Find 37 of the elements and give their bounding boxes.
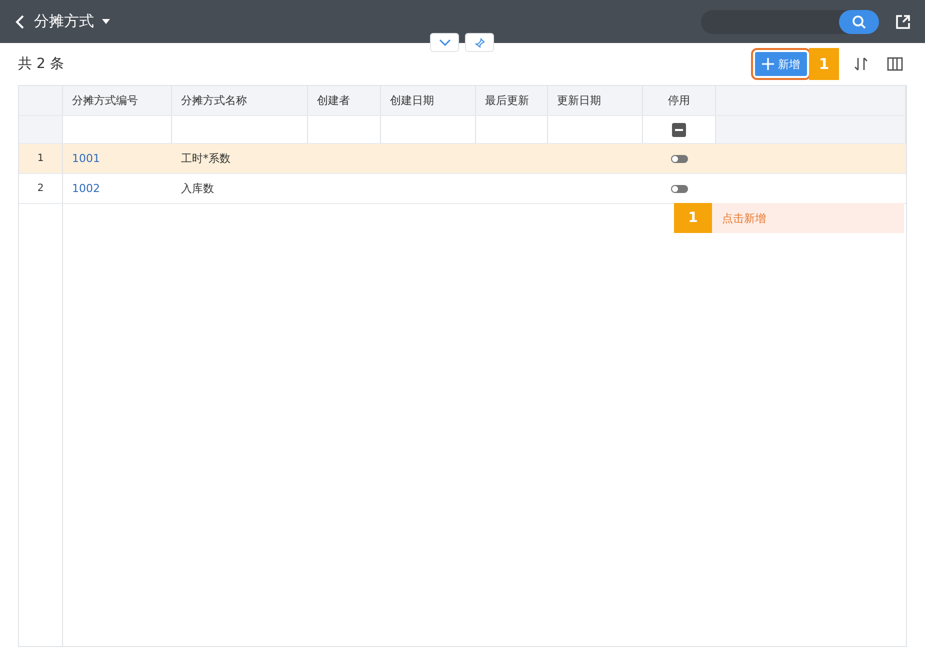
search-button[interactable] xyxy=(839,10,879,34)
toggle-switch[interactable] xyxy=(671,184,688,192)
code-link[interactable]: 1001 xyxy=(63,144,172,173)
caret-icon[interactable] xyxy=(102,19,110,24)
step-badge: 1 xyxy=(674,203,712,233)
filter-checkbox-icon[interactable] xyxy=(672,122,686,136)
search-field[interactable] xyxy=(701,10,879,34)
column-header: 分摊方式编号 xyxy=(63,86,172,115)
table-cell-text: 入库数 xyxy=(180,181,215,197)
table-row[interactable]: 2 1002 入库数 xyxy=(19,174,906,204)
toggle-switch[interactable] xyxy=(671,154,688,162)
plus-icon xyxy=(762,58,774,70)
sort-icon xyxy=(853,56,869,72)
record-count: 共 2 条 xyxy=(18,55,64,73)
pin-icon xyxy=(474,38,484,48)
share-icon[interactable] xyxy=(895,14,911,30)
pin-button[interactable] xyxy=(465,33,494,52)
row-number: 2 xyxy=(19,174,63,203)
table-row[interactable]: 1 1001 工时*系数 xyxy=(19,144,906,174)
table-cell-text: 工时*系数 xyxy=(180,151,232,167)
column-header: 创建者 xyxy=(308,86,381,115)
step-badge: 1 xyxy=(809,48,839,80)
columns-icon xyxy=(887,57,903,71)
collapse-button[interactable] xyxy=(430,33,459,52)
column-header: 分摊方式名称 xyxy=(172,86,308,115)
column-header: 更新日期 xyxy=(548,86,643,115)
page-title: 分摊方式 xyxy=(34,12,94,31)
column-header: 创建日期 xyxy=(381,86,476,115)
chevron-down-icon xyxy=(438,38,450,46)
column-header: 停用 xyxy=(643,86,716,115)
guide-text: 点击新增 xyxy=(722,210,766,226)
column-header: 最后更新 xyxy=(476,86,548,115)
search-icon xyxy=(852,14,866,28)
row-number: 1 xyxy=(19,144,63,173)
add-button[interactable]: 新增 xyxy=(755,52,807,76)
code-link[interactable]: 1002 xyxy=(63,174,172,203)
back-icon[interactable] xyxy=(14,14,26,30)
